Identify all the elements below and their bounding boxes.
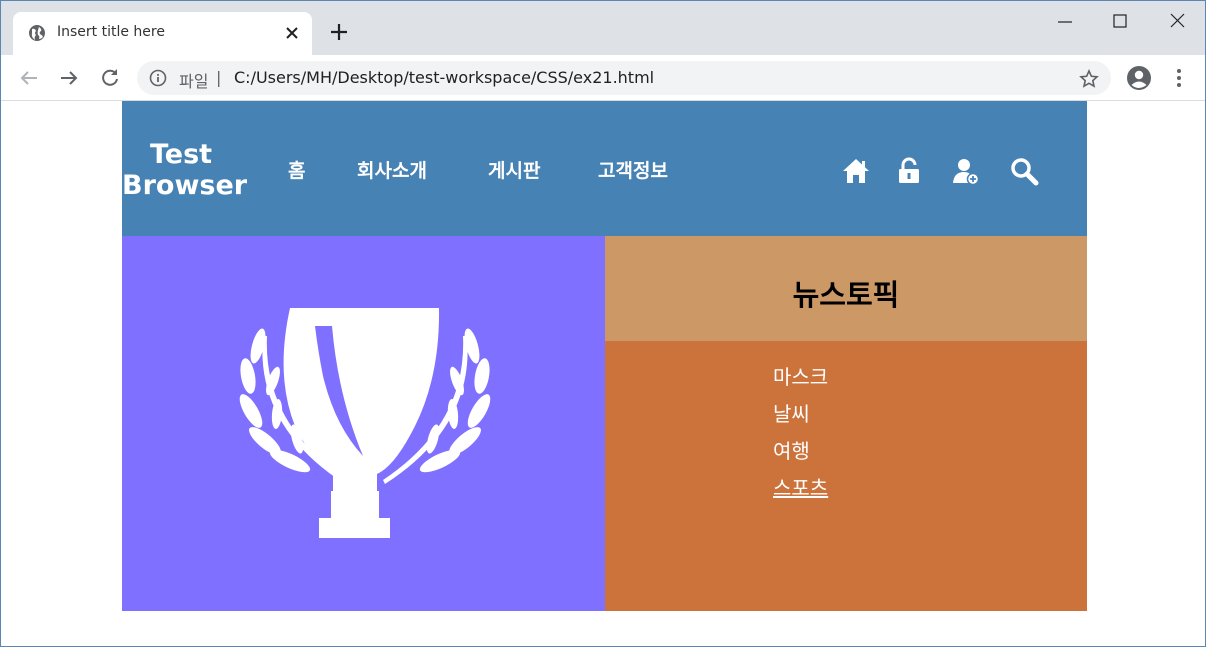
url-text[interactable]: C:/Users/MH/Desktop/test-workspace/CSS/e… (234, 68, 654, 87)
news-item-mask[interactable]: 마스크 (773, 359, 828, 396)
reload-icon[interactable] (98, 66, 122, 90)
add-user-icon[interactable] (951, 156, 981, 186)
minimize-icon[interactable] (1050, 7, 1080, 37)
trophy-icon (239, 308, 491, 538)
news-item-label: 스포츠 (773, 476, 829, 500)
news-title: 뉴스토픽 (792, 278, 900, 312)
news-item-sports[interactable]: 스포츠 (773, 470, 828, 507)
trophy-panel (122, 236, 605, 611)
globe-icon (29, 25, 45, 41)
news-body: 마스크 날씨 여행 스포츠 (605, 341, 1087, 611)
logo-line-2: Browser (122, 170, 248, 201)
browser-tab[interactable]: Insert title here (13, 12, 312, 55)
news-item-travel[interactable]: 여행 (773, 433, 828, 470)
nav-customer[interactable]: 고객정보 (598, 156, 668, 183)
info-icon[interactable] (149, 69, 167, 87)
news-list: 마스크 날씨 여행 스포츠 (773, 359, 828, 507)
scheme-separator: | (216, 68, 222, 87)
address-bar[interactable]: 파일 | C:/Users/MH/Desktop/test-workspace/… (137, 61, 1111, 95)
forward-icon[interactable] (57, 66, 81, 90)
nav-home[interactable]: 홈 (288, 156, 305, 183)
page-container: Test Browser 홈 회사소개 게시판 고객정보 뉴스토픽 마스크 날씨… (122, 101, 1087, 611)
site-header: Test Browser 홈 회사소개 게시판 고객정보 (122, 101, 1087, 236)
scheme-label: 파일 (179, 72, 209, 91)
more-menu-icon[interactable] (1169, 67, 1189, 89)
nav-company[interactable]: 회사소개 (357, 156, 427, 183)
new-tab-icon[interactable] (328, 21, 350, 43)
news-item-label: 날씨 (773, 402, 810, 426)
close-tab-icon[interactable] (283, 24, 301, 42)
unlock-icon[interactable] (894, 156, 924, 186)
close-window-icon[interactable] (1163, 7, 1193, 37)
site-logo[interactable]: Test Browser (122, 139, 248, 201)
home-icon[interactable] (841, 156, 871, 186)
logo-line-1: Test (149, 139, 213, 170)
search-icon[interactable] (1009, 156, 1039, 186)
back-icon[interactable] (17, 66, 41, 90)
page-viewport: Test Browser 홈 회사소개 게시판 고객정보 뉴스토픽 마스크 날씨… (1, 101, 1205, 646)
tab-strip: Insert title here (1, 1, 1205, 55)
profile-avatar-icon[interactable] (1126, 65, 1152, 91)
news-item-label: 여행 (773, 439, 810, 463)
browser-toolbar: 파일 | C:/Users/MH/Desktop/test-workspace/… (1, 55, 1205, 101)
maximize-icon[interactable] (1105, 7, 1135, 37)
news-item-weather[interactable]: 날씨 (773, 396, 828, 433)
browser-window: Insert title here 파일 | C:/Users/MH/Deskt… (0, 0, 1206, 647)
bookmark-star-icon[interactable] (1079, 69, 1099, 89)
tab-title: Insert title here (57, 24, 165, 40)
nav-board[interactable]: 게시판 (488, 156, 540, 183)
news-header: 뉴스토픽 (605, 236, 1087, 341)
news-item-label: 마스크 (773, 365, 829, 389)
